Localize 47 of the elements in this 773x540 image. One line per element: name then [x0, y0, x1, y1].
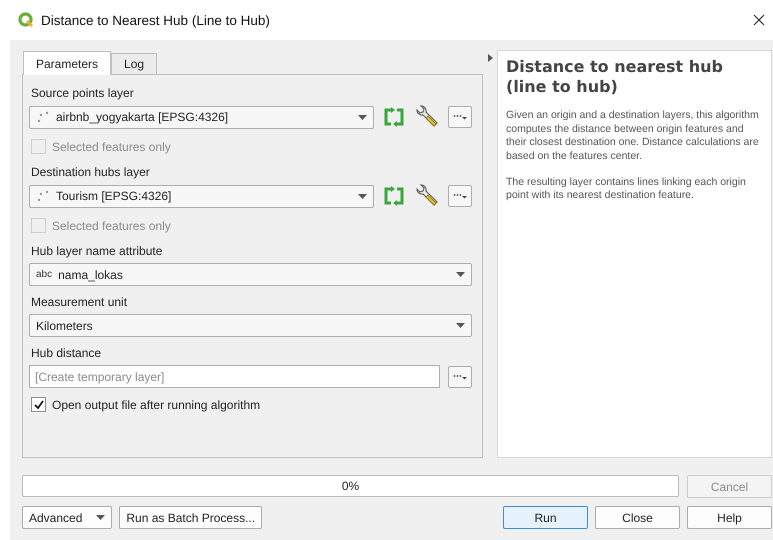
collapse-arrow-icon[interactable] — [488, 54, 492, 62]
output-path-field[interactable]: [Create temporary layer] — [29, 365, 440, 388]
more-options-button[interactable] — [448, 185, 472, 207]
progress-reading: 0% — [342, 479, 360, 493]
tab[interactable]: Log — [111, 53, 158, 74]
dialog-button[interactable]: Close — [595, 506, 680, 529]
checkbox-label: Selected features only — [52, 218, 171, 232]
caret-icon — [358, 194, 367, 198]
point-layer-icon — [36, 110, 50, 124]
dropdown-button[interactable]: Advanced — [22, 506, 112, 529]
dialog-button[interactable]: Help — [687, 506, 772, 529]
field-label: Measurement unit — [31, 295, 128, 309]
window-title: Distance to Nearest Hub (Line to Hub) — [41, 12, 271, 28]
dialog-button[interactable]: Run — [503, 506, 588, 529]
batch-button[interactable]: Run as Batch Process... — [119, 506, 262, 529]
refresh-icon[interactable] — [382, 107, 406, 127]
help-title: Distance to nearest hub (line to hub) — [506, 57, 724, 97]
checkbox-label: Open output file after running algorithm — [52, 398, 260, 412]
more-options-button[interactable] — [448, 106, 472, 128]
refresh-icon[interactable] — [382, 186, 406, 206]
more-options-button[interactable] — [448, 366, 472, 388]
app-logo-icon — [18, 12, 34, 28]
caret-icon — [456, 272, 465, 277]
close-icon[interactable] — [753, 14, 765, 26]
help-text: Given an origin and a destination layers, this algorithm computes the distance between origin features and their closest destination one. Distance calculations are based on the features center. — [506, 109, 760, 164]
field-label: Hub distance — [31, 346, 102, 360]
ellipsis-icon — [453, 374, 467, 380]
point-layer-icon — [36, 189, 50, 203]
unit-dropdown[interactable]: Kilometers — [29, 314, 472, 337]
wrench-icon[interactable] — [414, 184, 440, 208]
field-label: Source points layer — [31, 86, 135, 100]
ellipsis-icon — [453, 114, 467, 120]
help-text: The resulting layer contains lines linking each origin point with its nearest destination feature. — [506, 176, 747, 203]
checkbox-label: Selected features only — [52, 140, 171, 154]
layer-dropdown[interactable]: airbnb_yogyakarta [EPSG:4326] — [29, 106, 374, 128]
caret-icon — [96, 515, 106, 520]
layer-dropdown[interactable]: Tourism [EPSG:4326] — [29, 184, 374, 208]
checkbox[interactable] — [31, 397, 46, 412]
field-label: Destination hubs layer — [31, 165, 151, 179]
caret-icon — [358, 114, 367, 120]
attribute-dropdown[interactable]: abc nama_lokas — [29, 263, 472, 286]
tab[interactable]: Parameters — [23, 51, 112, 75]
field-label: Hub layer name attribute — [31, 244, 164, 258]
wrench-icon[interactable] — [414, 105, 440, 129]
caret-icon — [456, 323, 465, 328]
ellipsis-icon — [453, 193, 467, 199]
type-tag: abc — [36, 269, 52, 280]
